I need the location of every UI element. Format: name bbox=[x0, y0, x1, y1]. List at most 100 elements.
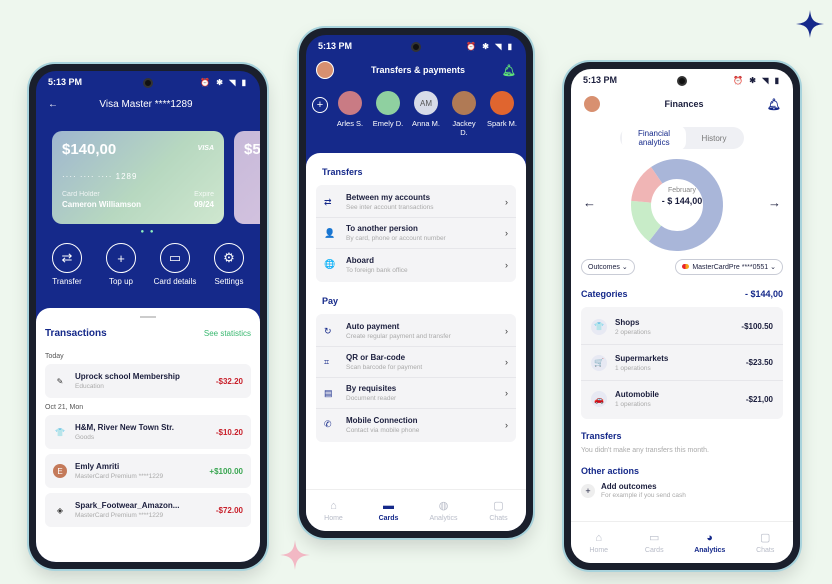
category-supermarkets[interactable]: 🛒 Supermarkets 1 operations -$23.50 bbox=[581, 345, 783, 381]
status-icons: ⏰ ✱ ◥ ▮ bbox=[466, 41, 514, 51]
donut-month: February bbox=[667, 187, 696, 194]
pay-title: Pay bbox=[322, 296, 339, 306]
action-transfer[interactable]: ⇄ Transfer bbox=[41, 243, 93, 286]
outcomes-select[interactable]: Outcomes ⌄ bbox=[581, 259, 635, 275]
categories-title: Categories bbox=[581, 289, 628, 299]
row-mobile-connection[interactable]: ✆ Mobile Connection Contact via mobile pho… bbox=[316, 409, 516, 440]
transactions-sheet: Transactions See statistics Today ✎ Uprock… bbox=[36, 308, 260, 562]
transfers-title: Transfers bbox=[322, 167, 363, 177]
plus-icon: + bbox=[106, 243, 136, 273]
gear-icon: ⚙ bbox=[214, 243, 244, 273]
transaction-row[interactable]: E Emly Amriti MasterCard Premium ****1229 +… bbox=[45, 454, 251, 488]
phone-finances: 5:13 PM ⏰ ✱ ◥ ▮ Finances 🔔︎ Financial an… bbox=[564, 62, 800, 570]
screen: 5:13 PM ⏰ ✱ ◥ ▮ ← Visa Master ****1289 $… bbox=[36, 71, 260, 562]
tab-analytics[interactable]: ◕ Analytics bbox=[690, 532, 730, 554]
contact-avatar bbox=[452, 91, 476, 115]
categories-header: Categories - $144,00 bbox=[571, 289, 793, 299]
transaction-amount: -$72.00 bbox=[215, 505, 243, 515]
tab-chats[interactable]: ▢ Chats bbox=[745, 531, 785, 554]
row-text: QR or Bar-code Scan barcode for payment bbox=[346, 353, 505, 371]
tab-analytics[interactable]: ◍ Analytics bbox=[424, 499, 464, 522]
status-time: 5:13 PM bbox=[583, 75, 618, 85]
bank-card[interactable]: $140,00 VISA ···· ···· ···· 1289 Card Ho… bbox=[52, 131, 224, 224]
segment-control: Financial analytics History bbox=[620, 125, 744, 151]
contact-emely-d[interactable]: Emely D. bbox=[372, 91, 404, 128]
tab-bar: ⌂ Home ▬ Cards ◍ Analytics ▢ Chats bbox=[306, 489, 526, 531]
by-requisites-icon: ▤ bbox=[324, 387, 333, 398]
other-actions-title: Other actions bbox=[581, 466, 640, 476]
bell-icon[interactable]: 🔔︎ bbox=[502, 64, 516, 77]
transfers-note: You didn't make any transfers this month… bbox=[581, 447, 709, 454]
chevron-right-icon: › bbox=[505, 357, 508, 367]
tab-cards[interactable]: ▭ Cards bbox=[634, 531, 674, 554]
tab-label: Analytics bbox=[694, 546, 726, 554]
category-shops[interactable]: 👕 Shops 2 operations -$100.50 bbox=[581, 309, 783, 345]
back-arrow-icon[interactable]: ← bbox=[48, 99, 58, 110]
next-month-arrow-icon[interactable]: → bbox=[768, 195, 781, 210]
contact-arles-s[interactable]: Arles S. bbox=[334, 91, 366, 128]
row-text: Auto payment Create regular payment and t… bbox=[346, 322, 505, 340]
expire-label: Expire bbox=[194, 191, 214, 198]
see-statistics-link[interactable]: See statistics bbox=[204, 329, 251, 338]
bank-card-next[interactable]: $5 bbox=[234, 131, 260, 224]
to-another-persion-icon: 👤 bbox=[324, 227, 336, 238]
header: Transfers & payments 🔔︎ bbox=[306, 57, 526, 83]
add-outcomes-item[interactable]: + Add outcomes For example if you send c… bbox=[571, 482, 793, 499]
page-title: Visa Master ****1289 bbox=[99, 99, 193, 110]
transaction-name: Uprock school Membership bbox=[75, 372, 180, 381]
transaction-row[interactable]: 👕 H&M, River New Town Str. Goods -$10.20 bbox=[45, 415, 251, 449]
row-sub: By card, phone or account number bbox=[346, 235, 446, 242]
screen: 5:13 PM ⏰ ✱ ◥ ▮ Transfers & payments 🔔︎ … bbox=[306, 35, 526, 531]
tab-history[interactable]: History bbox=[686, 134, 742, 143]
row-text: To another persion By card, phone or acco… bbox=[346, 224, 505, 242]
card-balance: $140,00 bbox=[62, 141, 117, 158]
transaction-row[interactable]: ✎ Uprock school Membership Education -$32.2… bbox=[45, 364, 251, 398]
transaction-sub: Goods bbox=[75, 434, 95, 441]
card-icon: ▭ bbox=[160, 243, 190, 273]
avatar[interactable] bbox=[583, 95, 601, 113]
contact-jackey-d[interactable]: Jackey D. bbox=[448, 91, 480, 137]
status-icons: ⏰ ✱ ◥ ▮ bbox=[733, 75, 781, 85]
tab-home[interactable]: ⌂ Home bbox=[314, 500, 354, 522]
contact-spark-m[interactable]: Spark M. bbox=[486, 91, 518, 128]
transaction-amount: -$32.20 bbox=[215, 376, 243, 386]
add-contact-button[interactable]: + bbox=[312, 97, 328, 113]
tab-label: Chats bbox=[756, 547, 775, 554]
bell-icon[interactable]: 🔔︎ bbox=[767, 98, 781, 111]
contact-name: Emely D. bbox=[372, 119, 404, 128]
action-settings[interactable]: ⚙ Settings bbox=[203, 243, 255, 286]
action-top-up[interactable]: + Top up bbox=[95, 243, 147, 286]
row-text: Between my accounts See inter account tra… bbox=[346, 193, 505, 211]
qr-or-bar-code-icon: ⌗ bbox=[324, 356, 330, 367]
avatar[interactable] bbox=[316, 61, 334, 79]
sheet-handle[interactable] bbox=[140, 316, 156, 318]
card-select[interactable]: MasterCardPre ****0551 ⌄ bbox=[675, 259, 783, 275]
cards-icon: ▭ bbox=[649, 532, 660, 544]
page-title: Finances bbox=[664, 99, 704, 109]
tab-home[interactable]: ⌂ Home bbox=[579, 532, 619, 554]
row-auto-payment[interactable]: ↻ Auto payment Create regular payment and … bbox=[316, 316, 516, 347]
donut-label: February - $ 144,00 bbox=[571, 187, 793, 206]
row-sub: Create regular payment and transfer bbox=[346, 333, 451, 340]
tab-cards[interactable]: ▬ Cards bbox=[369, 500, 409, 522]
category-automobile[interactable]: 🚗 Automobile 1 operations -$21,00 bbox=[581, 381, 783, 417]
card-values: Cameron Williamson 09/24 bbox=[62, 200, 214, 209]
action-card-details[interactable]: ▭ Card details bbox=[149, 243, 201, 286]
action-label: Card details bbox=[153, 277, 197, 286]
tab-chats[interactable]: ▢ Chats bbox=[479, 499, 519, 522]
transactions-title: Transactions bbox=[45, 328, 107, 339]
transaction-row[interactable]: ◈ Spark_Footwear_Amazon... MasterCard Prem… bbox=[45, 493, 251, 527]
card-holder: Cameron Williamson bbox=[62, 200, 142, 209]
row-to-another-persion[interactable]: 👤 To another persion By card, phone or acc… bbox=[316, 218, 516, 249]
row-between-my-accounts[interactable]: ⇄ Between my accounts See inter account tr… bbox=[316, 187, 516, 218]
contact-anna-m[interactable]: AM Anna M. bbox=[410, 91, 442, 128]
row-qr-or-bar-code[interactable]: ⌗ QR or Bar-code Scan barcode for payment › bbox=[316, 347, 516, 378]
row-by-requisites[interactable]: ▤ By requisites Document reader › bbox=[316, 378, 516, 409]
row-aboard[interactable]: 🌐 Aboard To foreign bank office › bbox=[316, 249, 516, 280]
tab-financial-analytics[interactable]: Financial analytics bbox=[622, 125, 686, 151]
transaction-text: H&M, River New Town Str. Goods bbox=[75, 423, 216, 441]
transaction-icon: E bbox=[53, 464, 67, 478]
header: Finances 🔔︎ bbox=[571, 91, 793, 117]
transaction-text: Spark_Footwear_Amazon... MasterCard Premi… bbox=[75, 501, 216, 519]
category-text: Supermarkets 1 operations bbox=[615, 354, 746, 372]
